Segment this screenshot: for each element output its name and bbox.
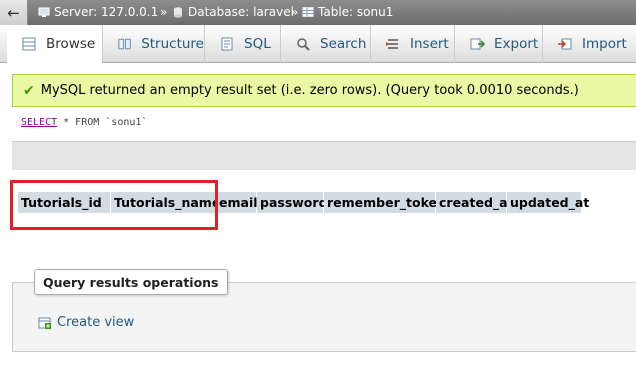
breadcrumb-database-label: Database: laravel — [188, 5, 294, 19]
search-icon — [297, 38, 310, 51]
breadcrumb-server-label: Server: 127.0.0.1 — [54, 5, 159, 19]
tab-label: Import — [582, 36, 627, 52]
tab-label: SQL — [244, 36, 271, 52]
tab-label: Export — [494, 36, 539, 52]
sql-icon — [221, 37, 233, 51]
structure-icon — [118, 38, 131, 50]
query-results-operations-legend: Query results operations — [34, 269, 228, 295]
tab-browse[interactable]: Browse — [7, 25, 103, 64]
breadcrumb-server[interactable]: Server: 127.0.0.1 — [38, 5, 158, 19]
tab-insert[interactable]: Insert — [371, 25, 455, 63]
results-header-row: Tutorials_id Tutorials_name email passwo… — [18, 192, 589, 213]
column-header[interactable]: created_at — [436, 192, 514, 213]
create-view-icon — [38, 317, 51, 329]
tab-label: Insert — [410, 36, 449, 52]
import-icon — [558, 38, 572, 50]
column-header[interactable]: updated_at — [507, 192, 589, 213]
results-toolbar — [12, 141, 636, 170]
tab-label: Structure — [141, 36, 204, 52]
arrow-left-icon: ← — [7, 3, 20, 22]
tab-bar: Browse Structure SQL Search Insert Expor… — [0, 25, 636, 64]
success-message-text: MySQL returned an empty result set (i.e.… — [40, 83, 579, 98]
breadcrumb-bar: ← Server: 127.0.0.1 » Database: laravel … — [0, 0, 636, 25]
server-icon — [38, 7, 50, 17]
export-icon — [470, 38, 485, 50]
column-header[interactable]: password — [257, 192, 328, 213]
create-view-link[interactable]: Create view — [38, 315, 134, 330]
breadcrumb-separator: » — [291, 5, 299, 19]
breadcrumb-table-label: Table: sonu1 — [318, 5, 394, 19]
database-icon — [174, 7, 182, 18]
insert-icon — [386, 39, 398, 49]
breadcrumb-table[interactable]: Table: sonu1 — [302, 5, 393, 19]
breadcrumb-database[interactable]: Database: laravel — [172, 5, 294, 19]
column-header[interactable]: Tutorials_name — [111, 192, 220, 213]
breadcrumb-separator: » — [160, 5, 168, 19]
tab-structure[interactable]: Structure — [103, 25, 205, 63]
tab-export[interactable]: Export — [455, 25, 543, 63]
sql-query: SELECT * FROM `sonu1` — [21, 117, 147, 128]
tab-label: Search — [320, 36, 367, 52]
sql-query-rest: * FROM `sonu1` — [57, 117, 148, 128]
table-icon — [302, 7, 314, 17]
success-message: ✔ MySQL returned an empty result set (i.… — [12, 74, 636, 107]
tab-sql[interactable]: SQL — [205, 25, 281, 63]
column-header[interactable]: email — [216, 192, 258, 213]
tab-label: Browse — [46, 36, 96, 52]
tab-search[interactable]: Search — [281, 25, 371, 63]
create-view-label: Create view — [57, 315, 135, 330]
sql-keyword-link[interactable]: SELECT — [21, 117, 57, 128]
column-header[interactable]: Tutorials_id — [18, 192, 111, 213]
check-icon: ✔ — [23, 82, 35, 99]
tab-import[interactable]: Import — [543, 25, 636, 63]
browse-icon — [22, 37, 36, 51]
column-header[interactable]: remember_token — [324, 192, 446, 213]
back-button[interactable]: ← — [0, 0, 28, 25]
